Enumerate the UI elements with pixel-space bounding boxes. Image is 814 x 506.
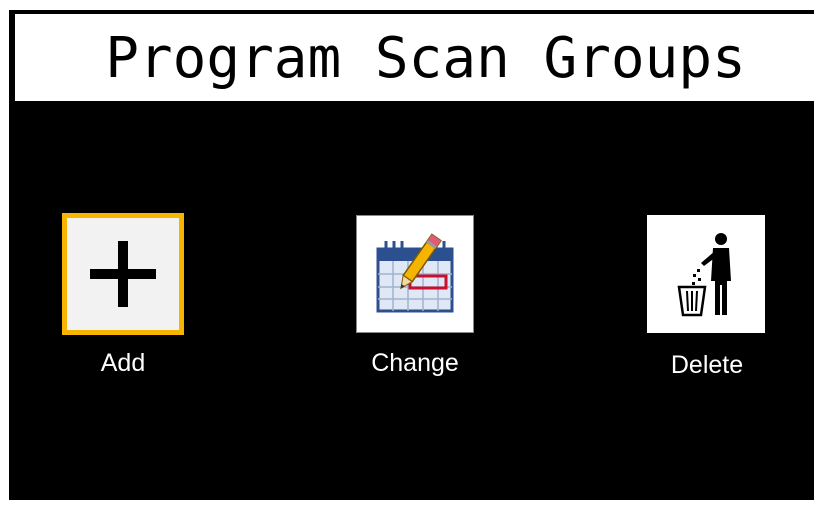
calendar-edit-icon [376, 233, 454, 313]
add-label: Add [100, 349, 146, 377]
change-label: Change [371, 349, 459, 377]
add-button[interactable] [62, 213, 184, 335]
plus-icon [90, 241, 156, 307]
title-bar: Program Scan Groups [15, 14, 814, 101]
trash-person-icon [677, 233, 731, 317]
action-panel: Add Change Delete [15, 101, 814, 495]
program-scan-groups-screen: Program Scan Groups Add Change Delete [9, 10, 814, 500]
change-button[interactable] [356, 215, 474, 333]
delete-button[interactable] [647, 215, 765, 333]
page-title: Program Scan Groups [105, 26, 746, 91]
delete-label: Delete [670, 351, 744, 379]
